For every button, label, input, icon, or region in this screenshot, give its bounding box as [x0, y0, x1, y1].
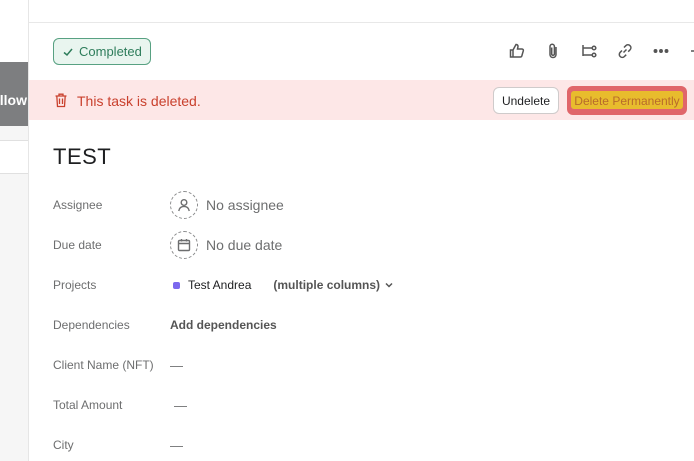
completed-button[interactable]: Completed: [53, 38, 151, 65]
project-color-dot: [173, 281, 180, 289]
person-icon: [170, 191, 198, 219]
background-page-text: ollow: [0, 92, 27, 108]
attach-button[interactable]: [535, 38, 571, 64]
background-page-strip: ollow: [0, 0, 28, 461]
assignee-field: Assignee No assignee: [53, 190, 673, 220]
assignee-value[interactable]: No assignee: [170, 191, 284, 219]
city-label: City: [53, 438, 74, 452]
trash-icon: [55, 93, 67, 108]
delete-permanently-label: Delete Permanently: [574, 93, 680, 108]
chevron-down-icon: [385, 282, 393, 288]
background-page-banner: ollow: [0, 62, 28, 126]
project-link[interactable]: Test Andrea: [188, 278, 251, 292]
calendar-icon: [170, 231, 198, 259]
total-amount-field: Total Amount —: [53, 390, 673, 420]
paperclip-icon: [549, 43, 557, 59]
total-amount-label: Total Amount: [53, 398, 123, 412]
city-value[interactable]: —: [170, 438, 183, 453]
copy-link-button[interactable]: [607, 38, 643, 64]
task-detail-pane: Completed This task is deleted. Undelete…: [28, 0, 694, 461]
undelete-button[interactable]: Undelete: [493, 87, 559, 114]
due-date-field: Due date No due date: [53, 230, 673, 260]
assignee-label: Assignee: [53, 198, 103, 212]
delete-permanently-button[interactable]: Delete Permanently: [567, 86, 687, 115]
assignee-text: No assignee: [206, 197, 284, 213]
dependencies-label: Dependencies: [53, 318, 130, 332]
check-icon: [63, 48, 73, 56]
add-dependencies-button[interactable]: Add dependencies: [170, 318, 277, 332]
task-title[interactable]: TEST: [53, 144, 111, 170]
more-actions-button[interactable]: [643, 38, 679, 64]
link-icon: [618, 44, 632, 59]
city-field: City —: [53, 430, 673, 460]
undelete-label: Undelete: [501, 93, 551, 108]
due-date-text: No due date: [206, 237, 283, 253]
like-button[interactable]: [499, 38, 535, 64]
task-toolbar: [499, 38, 694, 64]
client-name-value[interactable]: —: [170, 358, 183, 373]
arrow-right-icon: [691, 50, 694, 52]
completed-label: Completed: [79, 44, 142, 59]
project-section-label: (multiple columns): [273, 278, 381, 292]
total-amount-value[interactable]: —: [174, 398, 187, 413]
due-date-label: Due date: [53, 238, 102, 252]
due-date-value[interactable]: No due date: [170, 231, 282, 259]
close-details-button[interactable]: [679, 38, 694, 64]
client-name-field: Client Name (NFT) —: [53, 350, 673, 380]
more-icon: [653, 49, 669, 53]
projects-label: Projects: [53, 278, 97, 292]
subtask-icon: [582, 45, 597, 58]
subtask-button[interactable]: [571, 38, 607, 64]
project-section-dropdown[interactable]: (multiple columns): [273, 278, 394, 292]
client-name-label: Client Name (NFT): [53, 358, 154, 372]
deleted-message: This task is deleted.: [77, 93, 201, 109]
dependencies-field: Dependencies Add dependencies: [53, 310, 673, 340]
thumbs-up-icon: [509, 43, 525, 58]
projects-field: Projects Test Andrea (multiple columns): [53, 270, 673, 300]
deleted-banner: This task is deleted. Undelete Delete Pe…: [29, 80, 694, 120]
